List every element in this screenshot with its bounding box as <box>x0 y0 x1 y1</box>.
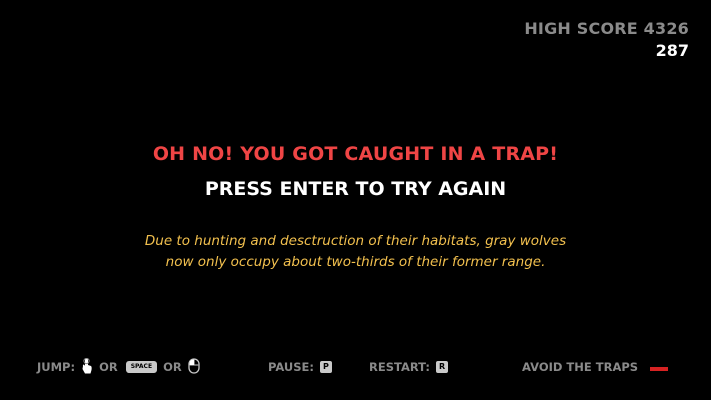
restart-key: R <box>436 361 449 373</box>
controls-bar: JUMP: OR SPACE OR PAUSE: P RESTART: R AV… <box>0 357 711 377</box>
restart-controls: RESTART: R <box>369 358 449 376</box>
jump-label: JUMP: <box>37 360 76 374</box>
or-separator-2: OR <box>163 360 182 374</box>
wolf-fact-line-1: Due to hunting and desctruction of their… <box>144 233 567 249</box>
space-key: SPACE <box>125 361 158 373</box>
pause-controls: PAUSE: P <box>268 358 332 376</box>
game-over-title: OH NO! YOU GOT CAUGHT IN A TRAP! <box>152 143 559 165</box>
pause-key: P <box>320 361 332 373</box>
or-separator-1: OR <box>99 360 118 374</box>
current-score: 287 <box>655 41 689 60</box>
wolf-fact: Due to hunting and desctruction of their… <box>0 231 711 273</box>
wolf-fact-line-2: now only occupy about two-thirds of thei… <box>165 254 546 270</box>
score-hud: HIGH SCORE 4326 287 <box>524 18 689 62</box>
objective-label: AVOID THE TRAPS <box>522 360 639 374</box>
high-score: HIGH SCORE 4326 <box>524 19 689 38</box>
game-screen[interactable]: HIGH SCORE 4326 287 OH NO! YOU GOT CAUGH… <box>0 0 711 400</box>
objective: AVOID THE TRAPS <box>522 358 669 376</box>
pause-label: PAUSE: <box>268 360 314 374</box>
jump-controls: JUMP: OR SPACE OR <box>37 357 200 377</box>
retry-prompt: PRESS ENTER TO TRY AGAIN <box>204 178 507 200</box>
hand-pointer-icon <box>81 357 93 377</box>
trap-marker-icon <box>650 367 669 371</box>
restart-label: RESTART: <box>369 360 430 374</box>
mouse-icon <box>188 357 200 377</box>
